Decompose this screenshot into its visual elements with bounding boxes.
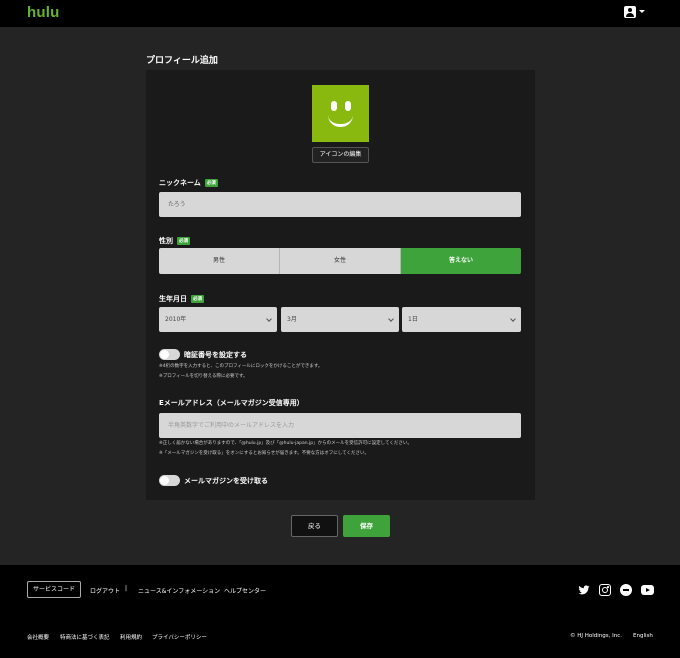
birth-month-select[interactable]: 3月 [281, 307, 399, 332]
user-icon [624, 6, 636, 18]
help-center-link[interactable]: ヘルプセンター [224, 586, 266, 595]
email-note-2: ※「メールマガジンを受け取る」をオンにするとお知らせが届きます。不要な方はオフに… [159, 451, 370, 456]
birthday-label-text: 生年月日 [159, 295, 187, 303]
chevron-down-icon [388, 316, 394, 322]
birth-day-select[interactable]: 1日 [402, 307, 521, 332]
gender-option-female[interactable]: 女性 [280, 248, 401, 274]
profile-form: アイコンの編集 ニックネーム 必須 たろう 性別 必須 男性 女性 答えない 生… [146, 70, 535, 500]
gender-label: 性別 必須 [159, 236, 190, 246]
email-label: Eメールアドレス（メールマガジン受信専用） [159, 398, 304, 408]
save-button[interactable]: 保存 [343, 515, 390, 537]
gender-option-no-answer[interactable]: 答えない [401, 248, 521, 274]
privacy-link[interactable]: プライバシーポリシー [152, 633, 207, 641]
company-link[interactable]: 会社概要 [27, 633, 49, 641]
required-badge: 必須 [191, 295, 204, 303]
birth-year-select[interactable]: 2010年 [159, 307, 277, 332]
pin-toggle[interactable] [159, 349, 180, 360]
chevron-down-icon [639, 10, 645, 13]
birthday-label: 生年月日 必須 [159, 294, 204, 304]
newsletter-toggle[interactable] [159, 475, 180, 486]
pin-note-1: ※4桁の数字を入力すると、このプロフィールにロックをかけることができます。 [159, 364, 323, 369]
profile-avatar [312, 85, 369, 142]
service-code-button[interactable]: サービスコード [27, 581, 81, 598]
footer: サービスコード ログアウト | ニュース&インフォメーション ヘルプセンター 会… [0, 565, 680, 658]
pin-label: 暗証番号を設定する [184, 351, 247, 359]
law-link[interactable]: 特商法に基づく表記 [60, 633, 110, 641]
email-input[interactable]: 半角英数字でご利用中のメールアドレスを入力 [159, 413, 521, 438]
footer-separator: | [125, 585, 128, 592]
avatar-eye-icon [331, 101, 337, 111]
copyright: © HJ Holdings, Inc. [570, 633, 623, 639]
page-title: プロフィール追加 [146, 56, 218, 66]
gender-option-male[interactable]: 男性 [159, 248, 280, 274]
required-badge: 必須 [177, 237, 190, 245]
newsletter-label: メールマガジンを受け取る [184, 477, 268, 485]
gender-label-text: 性別 [159, 237, 173, 245]
gender-selector: 男性 女性 答えない [159, 248, 521, 274]
avatar-eye-icon [345, 101, 351, 111]
birth-year-value: 2010年 [165, 316, 187, 323]
edit-icon-button[interactable]: アイコンの編集 [312, 147, 369, 163]
hulu-logo[interactable]: hulu [27, 4, 59, 21]
chevron-down-icon [266, 316, 272, 322]
chevron-down-icon [510, 316, 516, 322]
nickname-input[interactable]: たろう [159, 192, 521, 217]
youtube-icon[interactable] [641, 585, 654, 595]
top-bar: hulu [0, 0, 680, 27]
language-link[interactable]: English [633, 633, 653, 639]
birth-day-value: 1日 [408, 316, 418, 323]
avatar-mouth-icon [328, 115, 353, 127]
line-icon[interactable] [620, 584, 632, 596]
email-note-1: ※正しく届かない場合がありますので、「@hulu.jp」及び「@hulu-jap… [159, 441, 412, 446]
nickname-label: ニックネーム 必須 [159, 178, 218, 188]
back-button[interactable]: 戻る [291, 515, 338, 537]
logout-link[interactable]: ログアウト [90, 586, 120, 595]
required-badge: 必須 [204, 179, 218, 187]
account-menu[interactable] [624, 6, 646, 20]
nickname-label-text: ニックネーム [159, 179, 201, 187]
news-link[interactable]: ニュース&インフォメーション [138, 586, 220, 595]
email-label-text: Eメールアドレス（メールマガジン受信専用） [159, 399, 304, 407]
birth-month-value: 3月 [287, 316, 297, 323]
twitter-icon[interactable] [578, 584, 590, 596]
terms-link[interactable]: 利用規約 [120, 633, 142, 641]
pin-note-2: ※プロフィールを切り替える際に必要です。 [159, 374, 248, 379]
instagram-icon[interactable] [599, 584, 611, 596]
